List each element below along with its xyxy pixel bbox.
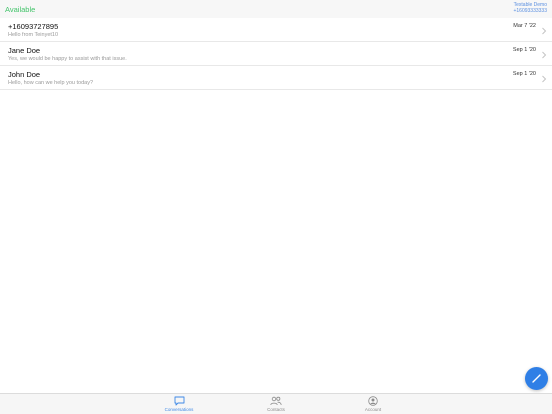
chevron-right-icon (542, 27, 547, 35)
conversation-name: John Doe (8, 70, 41, 79)
conversation-date: Sep 1 '20 (512, 47, 536, 53)
account-info[interactable]: Textable Demo +16093333333 (513, 2, 547, 14)
list-item[interactable]: +16093727895 Hello from Teinyet10 Mar 7 … (0, 18, 552, 42)
conversation-name: +16093727895 (8, 22, 59, 31)
top-bar: Available Textable Demo +16093333333 (0, 0, 552, 18)
compose-pencil-icon (532, 374, 541, 383)
chevron-right-icon (542, 75, 547, 83)
list-item[interactable]: John Doe Hello, how can we help you toda… (0, 66, 552, 90)
conversation-preview: Yes, we would be happy to assist with th… (8, 56, 127, 62)
account-icon (368, 396, 378, 406)
chat-bubble-icon (174, 396, 184, 406)
conversation-preview: Hello from Teinyet10 (8, 32, 59, 38)
account-number: +16093333333 (513, 7, 547, 14)
tab-contacts[interactable]: Contacts (246, 396, 306, 414)
conversation-list: +16093727895 Hello from Teinyet10 Mar 7 … (0, 18, 552, 90)
chevron-right-icon (542, 51, 547, 59)
tab-label: Account (364, 407, 382, 412)
list-item[interactable]: Jane Doe Yes, we would be happy to assis… (0, 42, 552, 66)
compose-button[interactable] (525, 367, 548, 390)
tab-bar: Conversations Contacts Account (0, 393, 552, 414)
conversation-preview: Hello, how can we help you today? (8, 80, 93, 86)
tab-label: Conversations (164, 407, 194, 412)
conversation-date: Mar 7 '22 (513, 23, 536, 29)
tab-conversations[interactable]: Conversations (149, 396, 209, 414)
contacts-icon (270, 396, 282, 406)
conversation-date: Sep 1 '20 (512, 71, 536, 77)
tab-account[interactable]: Account (343, 396, 403, 414)
availability-status[interactable]: Available (5, 5, 35, 14)
conversation-name: Jane Doe (8, 46, 41, 55)
tab-label: Contacts (267, 407, 285, 412)
